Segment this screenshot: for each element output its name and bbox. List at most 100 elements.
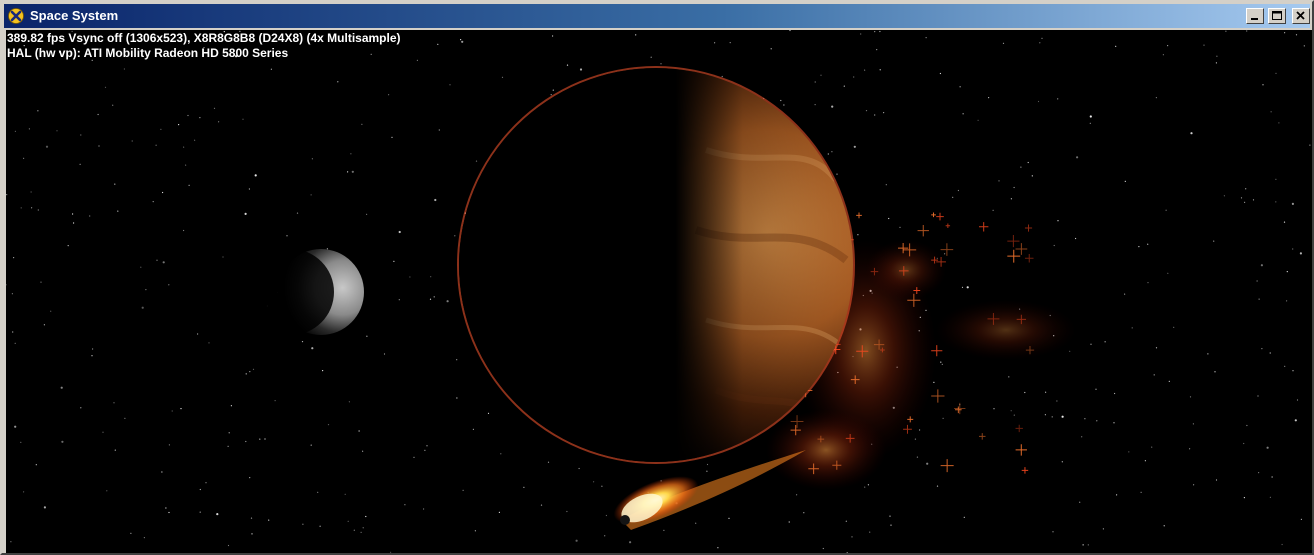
star xyxy=(1262,84,1264,86)
star xyxy=(222,256,224,258)
star xyxy=(814,104,816,106)
star xyxy=(717,547,719,549)
star xyxy=(601,485,603,487)
star xyxy=(605,514,608,517)
star xyxy=(729,42,731,44)
star xyxy=(366,213,368,215)
spark xyxy=(954,402,966,415)
star xyxy=(424,449,426,451)
star xyxy=(695,522,697,524)
star xyxy=(500,453,502,455)
star xyxy=(831,105,834,108)
star xyxy=(1283,221,1286,223)
star xyxy=(853,76,855,78)
maximize-button[interactable] xyxy=(1268,8,1286,24)
star xyxy=(391,136,393,138)
star xyxy=(860,33,862,35)
star xyxy=(358,430,360,432)
star xyxy=(1020,166,1022,168)
star xyxy=(1102,528,1104,530)
star xyxy=(1213,240,1215,242)
star xyxy=(1215,479,1218,481)
star xyxy=(249,477,251,479)
star xyxy=(317,491,319,493)
star xyxy=(6,194,8,196)
star xyxy=(160,128,162,130)
star xyxy=(1243,497,1245,499)
star xyxy=(1153,374,1155,376)
star xyxy=(393,260,395,262)
star xyxy=(1124,293,1126,295)
star xyxy=(13,257,15,259)
spark xyxy=(1015,444,1027,456)
star xyxy=(890,524,892,526)
star xyxy=(1275,201,1277,203)
star xyxy=(1095,388,1097,390)
star xyxy=(404,504,406,506)
star xyxy=(180,408,182,410)
star xyxy=(140,266,142,268)
star xyxy=(286,235,288,237)
star xyxy=(270,68,272,70)
star xyxy=(456,397,458,399)
star xyxy=(933,381,935,383)
star xyxy=(865,110,868,112)
star xyxy=(168,511,170,514)
star xyxy=(1013,186,1015,189)
render-viewport[interactable]: 389.82 fps Vsync off (1306x523), X8R8G8B… xyxy=(6,30,1312,553)
star xyxy=(178,124,180,126)
star xyxy=(1075,237,1077,240)
star xyxy=(831,151,833,153)
star xyxy=(327,424,330,426)
star xyxy=(820,74,822,76)
star xyxy=(578,467,580,470)
star xyxy=(1147,243,1149,245)
close-icon xyxy=(1296,11,1305,20)
minimize-button[interactable] xyxy=(1246,8,1264,24)
star xyxy=(72,213,74,215)
star xyxy=(864,486,866,488)
star xyxy=(593,481,595,483)
star xyxy=(20,207,22,209)
star xyxy=(988,97,990,99)
star xyxy=(145,289,147,291)
star xyxy=(102,431,104,433)
star xyxy=(73,222,75,224)
star xyxy=(114,449,116,451)
star xyxy=(37,209,39,211)
star xyxy=(1173,326,1175,328)
star xyxy=(550,94,552,96)
star xyxy=(803,512,805,514)
star xyxy=(566,510,568,513)
star xyxy=(165,507,167,509)
app-window: Space System 389.82 fps Vsync off (1306x… xyxy=(0,0,1314,555)
star xyxy=(56,130,58,132)
star xyxy=(1256,280,1258,282)
star xyxy=(152,201,154,203)
star xyxy=(89,215,91,217)
close-button[interactable] xyxy=(1292,8,1310,24)
spark xyxy=(1007,249,1021,263)
star xyxy=(789,30,791,32)
star xyxy=(438,129,440,131)
star xyxy=(117,210,119,212)
space-scene xyxy=(6,30,1311,553)
star xyxy=(462,489,464,491)
title-bar[interactable]: Space System xyxy=(4,4,1310,28)
star xyxy=(242,118,244,120)
star xyxy=(1044,414,1046,416)
star xyxy=(79,163,81,165)
star xyxy=(326,248,328,250)
minimize-icon xyxy=(1251,18,1258,20)
star xyxy=(498,511,500,513)
star xyxy=(540,504,543,506)
star xyxy=(914,438,917,440)
star xyxy=(853,145,856,148)
star xyxy=(579,68,583,71)
star xyxy=(1291,202,1294,205)
star xyxy=(1190,132,1193,135)
star xyxy=(552,35,554,37)
spark xyxy=(1021,467,1029,474)
star xyxy=(1116,494,1118,496)
star xyxy=(1295,34,1298,36)
